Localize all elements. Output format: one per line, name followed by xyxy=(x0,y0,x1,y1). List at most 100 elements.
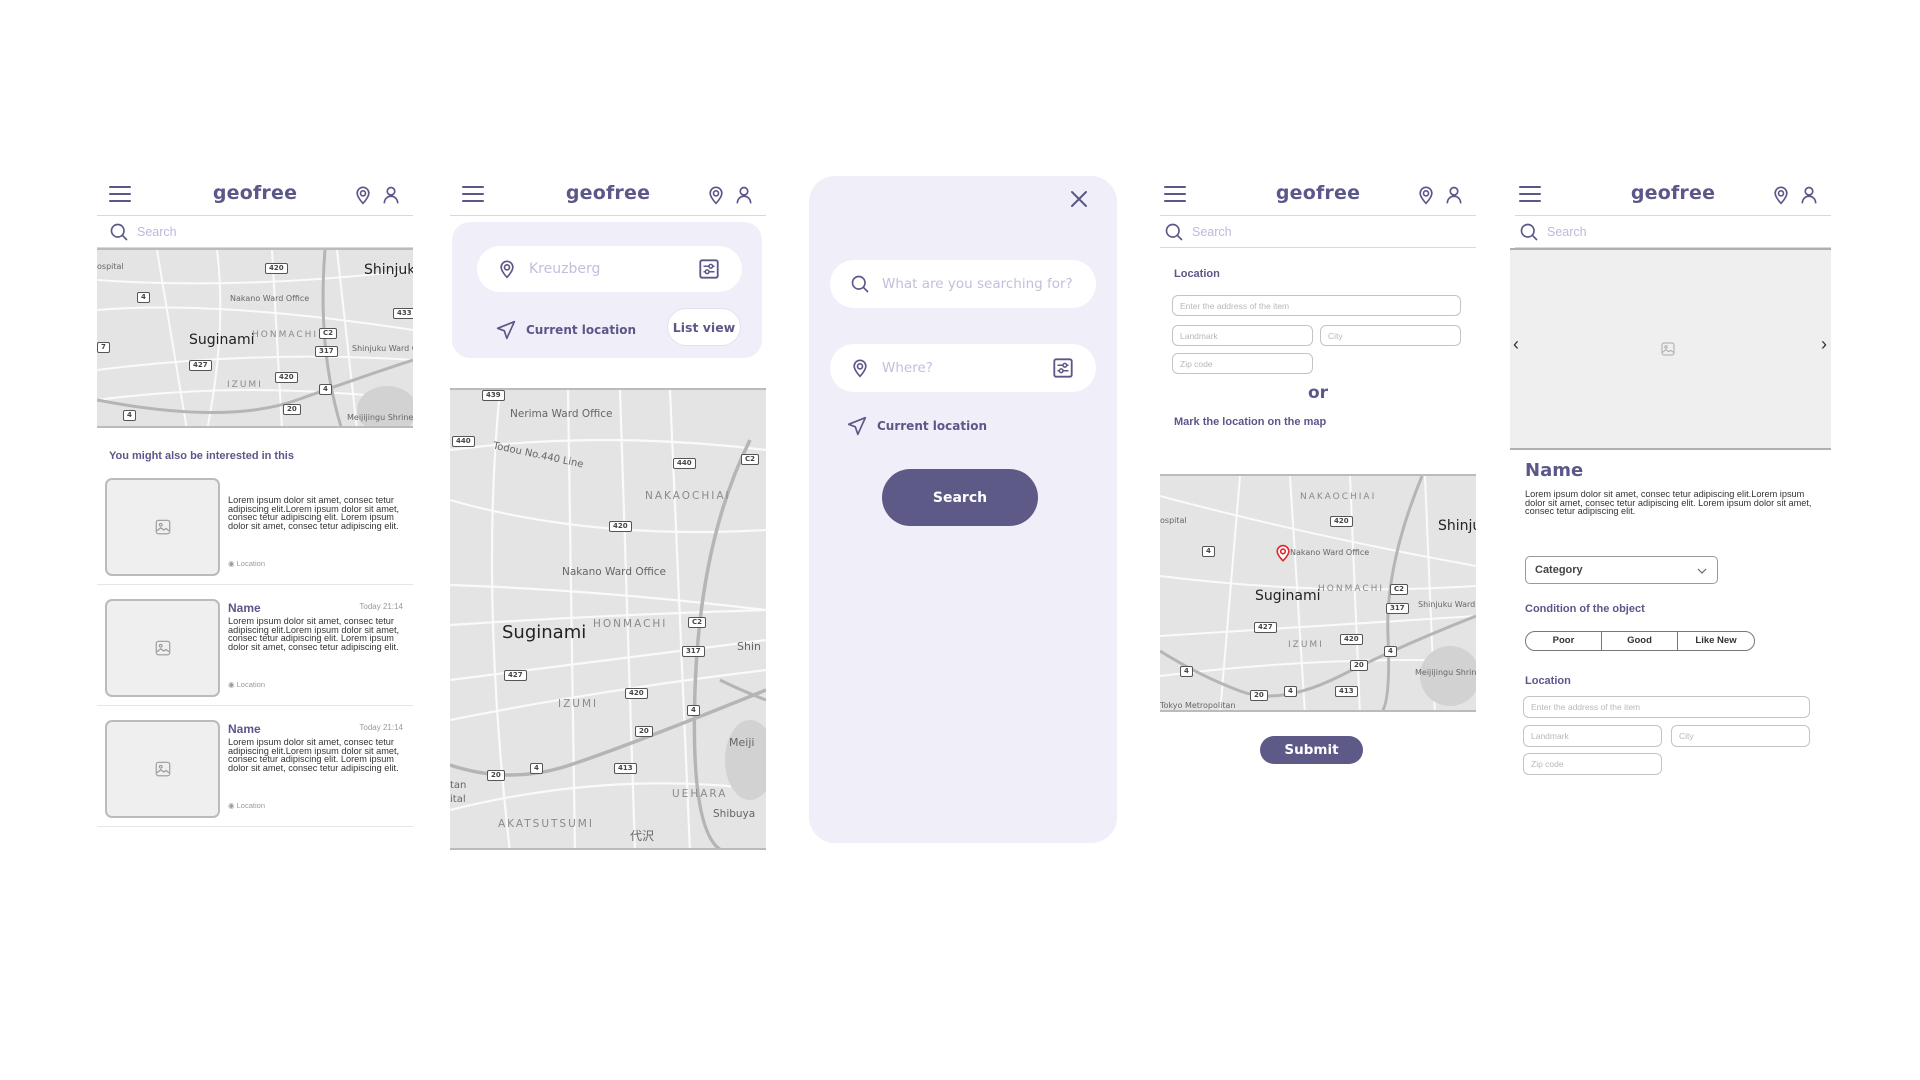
route-shield: 7 xyxy=(97,342,110,353)
map-instruction: Mark the location on the map xyxy=(1174,416,1327,428)
item-description: Lorem ipsum dolor sit amet, consec tetur… xyxy=(228,495,400,531)
map-label: Shibuya xyxy=(713,808,756,820)
search-input[interactable] xyxy=(137,222,387,242)
chevron-right-icon[interactable]: › xyxy=(1821,334,1827,355)
map-pin-icon[interactable] xyxy=(1771,184,1791,206)
map-pin-icon[interactable] xyxy=(1416,184,1436,206)
map-view[interactable]: Nerima Ward Office Todou No.440 Line NAK… xyxy=(450,388,766,850)
condition-option-poor[interactable]: Poor xyxy=(1526,632,1602,650)
map-label: HONMACHI xyxy=(1318,584,1385,594)
current-location-button[interactable]: Current location xyxy=(496,320,636,340)
address-field xyxy=(1172,295,1461,316)
map-label: ospital xyxy=(97,262,124,271)
navigation-arrow-icon xyxy=(847,416,867,436)
zip-input[interactable] xyxy=(1173,354,1312,374)
route-shield: 4 xyxy=(319,384,332,395)
user-icon[interactable] xyxy=(734,184,754,206)
city-field xyxy=(1320,325,1461,346)
map-label: Nakano Ward Office xyxy=(1290,548,1370,557)
or-divider: or xyxy=(1307,383,1329,403)
app-header: geofree xyxy=(450,176,766,216)
map-label: ital xyxy=(450,794,466,805)
route-shield: C2 xyxy=(688,617,707,628)
map-label: AKATSUTSUMI xyxy=(498,818,594,830)
current-location-button[interactable]: Current location xyxy=(847,416,987,436)
category-selected: Category xyxy=(1535,564,1583,576)
route-shield: 4 xyxy=(1284,686,1297,697)
map-picker[interactable]: ospital NAKAOCHIAI Shinju Nakano Ward Of… xyxy=(1160,474,1476,712)
user-icon[interactable] xyxy=(1799,184,1819,206)
location-input[interactable] xyxy=(529,258,689,280)
route-shield: 20 xyxy=(635,726,653,737)
map-label: IZUMI xyxy=(227,380,263,390)
item-location-text: Location xyxy=(236,680,265,689)
address-input[interactable] xyxy=(1524,697,1809,717)
list-item[interactable]: Lorem ipsum dolor sit amet, consec tetur… xyxy=(97,464,413,585)
user-icon[interactable] xyxy=(381,184,401,206)
search-bar xyxy=(1515,216,1831,248)
route-shield: 4 xyxy=(530,763,543,774)
zip-field xyxy=(1523,753,1662,775)
item-list: Lorem ipsum dolor sit amet, consec tetur… xyxy=(97,464,413,827)
item-location: ◉ Location xyxy=(228,680,265,689)
route-shield: 20 xyxy=(1350,660,1368,671)
user-icon[interactable] xyxy=(1444,184,1464,206)
map-pin-icon[interactable] xyxy=(706,184,726,206)
list-item[interactable]: Name Today 21:14 Lorem ipsum dolor sit a… xyxy=(97,706,413,827)
route-shield: 20 xyxy=(283,404,301,415)
address-field xyxy=(1523,696,1810,718)
image-placeholder-icon xyxy=(154,518,172,536)
current-location-label: Current location xyxy=(877,419,987,433)
address-input[interactable] xyxy=(1173,296,1460,316)
current-location-label: Current location xyxy=(526,323,636,337)
map-label: Meijijingu Shrine xyxy=(1415,668,1476,677)
what-field xyxy=(830,260,1096,308)
condition-option-good[interactable]: Good xyxy=(1602,632,1678,650)
route-shield: C2 xyxy=(741,454,760,465)
route-shield: 440 xyxy=(673,458,696,469)
search-input[interactable] xyxy=(1547,222,1797,242)
landmark-input[interactable] xyxy=(1524,726,1661,746)
location-marker-icon[interactable] xyxy=(1275,544,1291,562)
route-shield: 420 xyxy=(609,521,632,532)
item-timestamp: Today 21:14 xyxy=(359,723,403,732)
route-shield: 4 xyxy=(137,292,150,303)
landmark-input[interactable] xyxy=(1173,326,1312,346)
list-item[interactable]: Name Today 21:14 Lorem ipsum dolor sit a… xyxy=(97,585,413,706)
city-input[interactable] xyxy=(1321,326,1460,346)
route-shield: 413 xyxy=(614,763,637,774)
where-input[interactable] xyxy=(882,357,1042,379)
map-label: HONMACHI xyxy=(593,618,668,630)
chevron-left-icon[interactable]: ‹ xyxy=(1513,334,1519,355)
category-dropdown[interactable]: Category xyxy=(1525,556,1718,584)
location-title: Location xyxy=(1525,675,1571,687)
search-icon xyxy=(850,274,870,294)
what-input[interactable] xyxy=(882,273,1082,295)
location-field xyxy=(477,246,742,292)
close-icon[interactable] xyxy=(1069,189,1089,209)
zip-input[interactable] xyxy=(1524,754,1661,774)
filter-sliders-icon[interactable] xyxy=(698,258,720,280)
map-view[interactable]: ospital Shinjuk Nakano Ward Office Sugin… xyxy=(97,248,413,428)
map-label: Meijijingu Shrine xyxy=(347,413,413,422)
route-shield: 420 xyxy=(265,263,288,274)
route-shield: 440 xyxy=(452,436,475,447)
route-shield: 317 xyxy=(1386,603,1409,614)
screen-search-modal: Current location Search xyxy=(809,176,1117,843)
screen-home: geofree ospital Shinjuk Nakano Ward Offi… xyxy=(97,176,413,827)
map-label: Suginami xyxy=(189,332,255,348)
map-label: tan xyxy=(450,780,467,791)
filter-sliders-icon[interactable] xyxy=(1052,357,1074,379)
search-button[interactable]: Search xyxy=(882,469,1038,526)
map-label: IZUMI xyxy=(1288,640,1324,650)
map-pin-icon[interactable] xyxy=(353,184,373,206)
search-input[interactable] xyxy=(1192,222,1442,242)
list-view-button[interactable]: List view xyxy=(667,308,741,346)
route-shield: 427 xyxy=(1254,622,1277,633)
city-field xyxy=(1671,725,1810,747)
submit-button[interactable]: Submit xyxy=(1260,736,1363,764)
condition-option-like-new[interactable]: Like New xyxy=(1678,632,1754,650)
route-shield: C2 xyxy=(319,328,338,339)
route-shield: 4 xyxy=(123,410,136,421)
city-input[interactable] xyxy=(1672,726,1809,746)
